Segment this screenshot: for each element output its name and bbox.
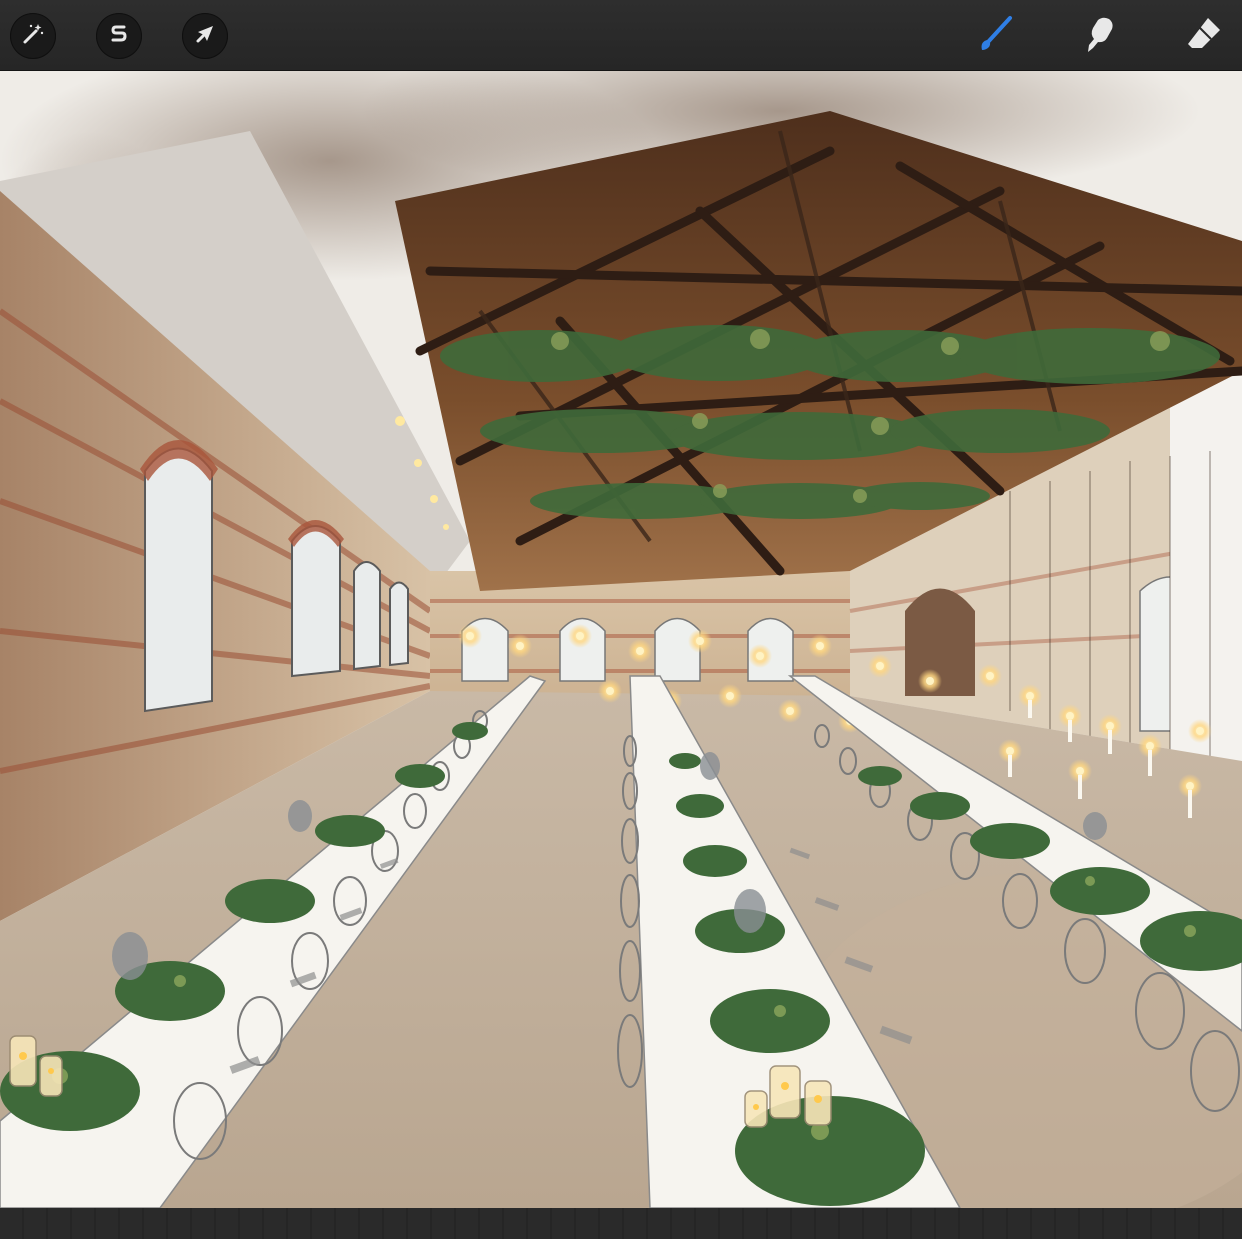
selection-button[interactable] xyxy=(96,13,142,59)
event-hall-sketch xyxy=(0,71,1242,1208)
bottom-strip xyxy=(0,1208,1242,1239)
selection-s-icon xyxy=(105,20,133,52)
smudge-finger-icon xyxy=(1078,12,1122,60)
top-toolbar xyxy=(0,0,1242,71)
brush-button[interactable] xyxy=(970,10,1022,62)
adjustments-button[interactable] xyxy=(10,13,56,59)
drawing-canvas[interactable] xyxy=(0,71,1242,1208)
transform-button[interactable] xyxy=(182,13,228,59)
eraser-button[interactable] xyxy=(1178,10,1230,62)
magic-wand-icon xyxy=(19,20,47,52)
arrow-cursor-icon xyxy=(191,20,219,52)
smudge-button[interactable] xyxy=(1074,10,1126,62)
brush-icon xyxy=(974,12,1018,60)
eraser-icon xyxy=(1182,12,1226,60)
